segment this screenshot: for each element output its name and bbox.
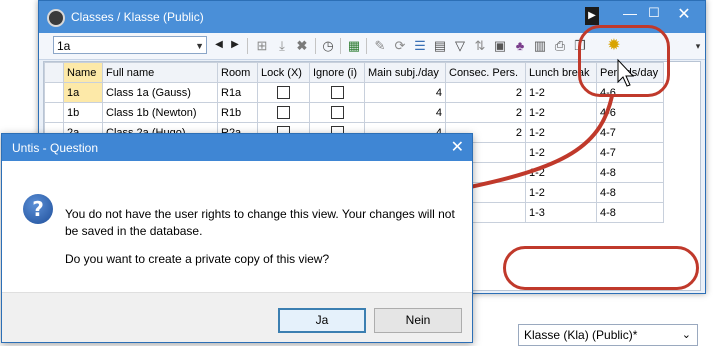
column-header-name[interactable]: Name xyxy=(63,62,103,83)
close-button[interactable]: ✕ xyxy=(669,3,699,27)
ignore-checkbox[interactable] xyxy=(330,86,344,99)
delete-icon[interactable]: ✖ xyxy=(293,37,311,55)
sort-icon[interactable]: ⇅ xyxy=(471,37,489,55)
clock-icon[interactable]: ◷ xyxy=(319,37,337,55)
people-icon[interactable]: ♣ xyxy=(511,37,529,55)
question-icon: ? xyxy=(23,194,53,224)
toolbar-separator xyxy=(366,38,367,54)
chart-icon[interactable]: ▥ xyxy=(531,37,549,55)
yes-button[interactable]: Ja xyxy=(278,308,366,333)
no-button[interactable]: Nein xyxy=(374,308,462,333)
cell-name[interactable]: 1a xyxy=(63,82,103,103)
cell-lunch[interactable]: 1-3 xyxy=(525,202,597,223)
dialog-title: Untis - Question xyxy=(12,141,99,155)
cell-periods[interactable]: 4-8 xyxy=(596,202,664,223)
cell-room[interactable]: R1b xyxy=(217,102,258,123)
cell-periods[interactable]: 4-6 xyxy=(596,102,664,123)
table-row[interactable]: 1b Class 1b (Newton) R1b 4 2 1-2 4-6 xyxy=(44,102,664,123)
cell-main-subj[interactable]: 4 xyxy=(364,82,446,103)
class-selector[interactable]: 1a ▼ xyxy=(53,36,207,54)
cell-periods[interactable]: 4-8 xyxy=(596,162,664,183)
chevron-down-icon[interactable]: ⌄ xyxy=(682,325,691,345)
cell-consec[interactable]: 2 xyxy=(445,82,526,103)
refresh-icon[interactable]: ⟳ xyxy=(391,37,409,55)
play-icon[interactable]: ▶ xyxy=(585,7,599,25)
toolbar-overflow-icon[interactable]: ▾ xyxy=(689,37,707,55)
dialog-message: You do not have the user rights to chang… xyxy=(65,207,455,238)
cell-lunch[interactable]: 1-2 xyxy=(525,142,597,163)
next-element-button[interactable]: ▶ xyxy=(227,37,243,53)
cell-full-name[interactable]: Class 1a (Gauss) xyxy=(102,82,218,103)
print-icon[interactable]: ⎙ xyxy=(551,37,569,55)
lock-checkbox[interactable] xyxy=(277,106,290,119)
view-selector-highlight-ring xyxy=(503,246,699,290)
question-dialog: Untis - Question ✕ ? You do not have the… xyxy=(1,133,473,343)
gear-highlight-ring xyxy=(578,25,670,97)
cell-consec[interactable]: 2 xyxy=(445,102,526,123)
toolbar-separator xyxy=(315,38,316,54)
column-header-full-name[interactable]: Full name xyxy=(102,62,218,83)
lock-checkbox[interactable] xyxy=(277,86,290,99)
pen-icon[interactable]: ✎ xyxy=(371,37,389,55)
cell-full-name[interactable]: Class 1b (Newton) xyxy=(102,102,218,123)
previous-element-button[interactable]: ◀ xyxy=(211,37,227,53)
dialog-footer: Ja Nein xyxy=(2,292,472,342)
cell-periods[interactable]: 4-8 xyxy=(596,182,664,203)
column-header-main-subj[interactable]: Main subj./day xyxy=(364,62,446,83)
maximize-button[interactable]: ☐ xyxy=(643,5,665,25)
columns-icon[interactable]: ▤ xyxy=(431,37,449,55)
cell-lock xyxy=(257,102,310,123)
table-row[interactable]: 1a Class 1a (Gauss) R1a 4 2 1-2 4-6 xyxy=(44,82,664,103)
column-header-room[interactable]: Room xyxy=(217,62,258,83)
view-selector-value: Klasse (Kla) (Public)* xyxy=(524,328,638,342)
table-header-row: Name Full name Room Lock (X) Ignore (i) … xyxy=(44,62,664,83)
cell-ignore xyxy=(309,82,365,103)
corner-cell[interactable] xyxy=(44,62,64,83)
row-marker[interactable] xyxy=(44,102,64,123)
column-header-consec[interactable]: Consec. Pers. xyxy=(445,62,526,83)
class-selector-value: 1a xyxy=(57,39,71,53)
cell-lock xyxy=(257,82,310,103)
cell-lunch[interactable]: 1-2 xyxy=(525,162,597,183)
cell-name[interactable]: 1b xyxy=(63,102,103,123)
table-settings-icon[interactable]: ▦ xyxy=(345,37,363,55)
cell-lunch[interactable]: 1-2 xyxy=(525,182,597,203)
toolbar-separator xyxy=(247,38,248,54)
cell-ignore xyxy=(309,102,365,123)
new-icon[interactable]: ⊞ xyxy=(253,37,271,55)
dialog-titlebar[interactable]: Untis - Question ✕ xyxy=(2,134,472,161)
cell-lunch[interactable]: 1-2 xyxy=(525,102,597,123)
app-clock-icon xyxy=(47,9,65,27)
calendar-icon[interactable]: ▣ xyxy=(491,37,509,55)
new-line-icon[interactable]: ⤓ xyxy=(273,37,291,55)
ignore-checkbox[interactable] xyxy=(330,106,344,119)
cell-periods[interactable]: 4-7 xyxy=(596,142,664,163)
cell-periods[interactable]: 4-7 xyxy=(596,122,664,143)
column-header-lock[interactable]: Lock (X) xyxy=(257,62,310,83)
toolbar-separator xyxy=(340,38,341,54)
list-icon[interactable]: ☰ xyxy=(411,37,429,55)
column-header-ignore[interactable]: Ignore (i) xyxy=(309,62,365,83)
filter-icon[interactable]: ▽ xyxy=(451,37,469,55)
dialog-close-button[interactable]: ✕ xyxy=(451,137,464,157)
chevron-down-icon[interactable]: ▼ xyxy=(195,37,204,55)
window-title: Classes / Klasse (Public) xyxy=(71,10,204,24)
cell-lunch[interactable]: 1-2 xyxy=(525,122,597,143)
row-marker[interactable] xyxy=(44,82,64,103)
cell-main-subj[interactable]: 4 xyxy=(364,102,446,123)
cell-room[interactable]: R1a xyxy=(217,82,258,103)
minimize-button[interactable]: — xyxy=(619,5,641,25)
dialog-question: Do you want to create a private copy of … xyxy=(65,252,330,266)
